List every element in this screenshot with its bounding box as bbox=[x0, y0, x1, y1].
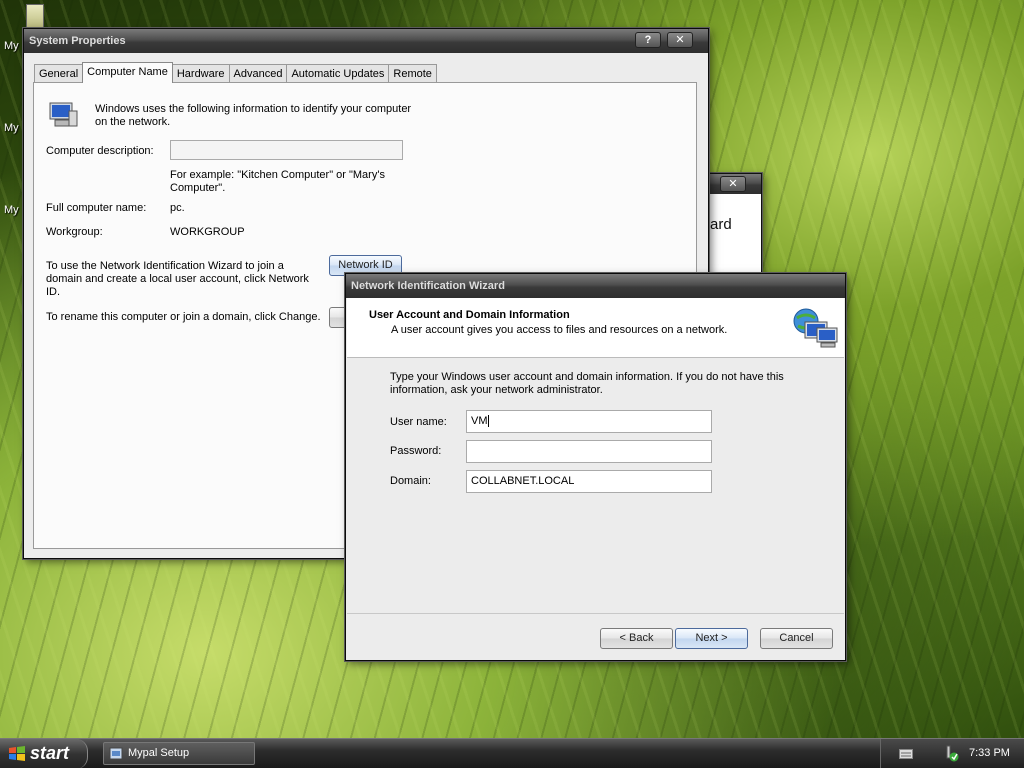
network-id-text-line3: ID. bbox=[46, 286, 61, 298]
wizard-header-title: User Account and Domain Information bbox=[369, 309, 570, 321]
wizard-title: Network Identification Wizard bbox=[351, 280, 505, 292]
full-computer-name-label: Full computer name: bbox=[46, 202, 147, 214]
wizard-instructions-line1: Type your Windows user account and domai… bbox=[390, 371, 784, 383]
network-id-text-line1: To use the Network Identification Wizard… bbox=[46, 260, 284, 272]
tab-automatic-updates[interactable]: Automatic Updates bbox=[286, 64, 390, 83]
system-properties-titlebar[interactable]: System Properties ? ✕ bbox=[24, 29, 708, 53]
network-id-text-line2: domain and create a local user account, … bbox=[46, 273, 309, 285]
rename-text: To rename this computer or join a domain… bbox=[46, 311, 321, 323]
wizard-header: User Account and Domain Information A us… bbox=[347, 298, 844, 358]
workgroup-value: WORKGROUP bbox=[170, 226, 245, 238]
network-status-icon[interactable] bbox=[943, 745, 959, 763]
wizard-separator bbox=[347, 613, 844, 614]
example-text-line2: Computer". bbox=[170, 182, 226, 194]
wizard-titlebar[interactable]: Network Identification Wizard bbox=[346, 274, 845, 298]
username-input[interactable]: VM bbox=[466, 410, 712, 433]
setup-icon bbox=[109, 747, 123, 760]
computer-icon bbox=[49, 102, 78, 127]
domain-input[interactable]: COLLABNET.LOCAL bbox=[466, 470, 712, 493]
background-dialog-titlebar: ✕ bbox=[710, 174, 761, 194]
workgroup-label: Workgroup: bbox=[46, 226, 103, 238]
taskbar-item-label: Mypal Setup bbox=[128, 747, 190, 759]
background-dialog-close-button[interactable]: ✕ bbox=[720, 176, 746, 192]
intro-text-line2: on the network. bbox=[95, 116, 171, 128]
computer-description-input[interactable] bbox=[170, 140, 403, 160]
background-dialog: ✕ ard bbox=[709, 173, 762, 273]
cancel-button[interactable]: Cancel bbox=[760, 628, 833, 649]
desktop-icon-label-3[interactable]: My bbox=[4, 204, 19, 216]
wizard-header-subtitle: A user account gives you access to files… bbox=[391, 324, 728, 336]
tab-strip: General Computer Name Hardware Advanced … bbox=[34, 62, 437, 83]
taskbar-item-mypal-setup[interactable]: Mypal Setup bbox=[103, 742, 255, 765]
password-label: Password: bbox=[390, 445, 442, 457]
tab-computer-name[interactable]: Computer Name bbox=[82, 62, 173, 83]
background-dialog-title-fragment: ard bbox=[710, 216, 732, 233]
close-button[interactable]: ✕ bbox=[667, 32, 693, 48]
tab-general[interactable]: General bbox=[34, 64, 84, 83]
windows-logo-icon bbox=[9, 746, 25, 761]
start-button[interactable]: start bbox=[0, 739, 88, 768]
desktop-icon-label-2[interactable]: My bbox=[4, 122, 19, 134]
example-text-line1: For example: "Kitchen Computer" or "Mary… bbox=[170, 169, 385, 181]
tab-advanced[interactable]: Advanced bbox=[228, 64, 288, 83]
help-button[interactable]: ? bbox=[635, 32, 661, 48]
clock[interactable]: 7:33 PM bbox=[969, 747, 1010, 759]
computer-description-label: Computer description: bbox=[46, 145, 154, 157]
network-computers-icon bbox=[793, 308, 838, 348]
wizard-body: Type your Windows user account and domai… bbox=[347, 359, 844, 613]
desktop-folder-icon[interactable] bbox=[26, 4, 44, 28]
next-button[interactable]: Next > bbox=[675, 628, 748, 649]
domain-label: Domain: bbox=[390, 475, 431, 487]
password-input[interactable] bbox=[466, 440, 712, 463]
system-properties-title: System Properties bbox=[29, 35, 126, 47]
system-tray: 7:33 PM bbox=[880, 739, 1024, 768]
username-value: VM bbox=[471, 415, 488, 427]
back-button[interactable]: < Back bbox=[600, 628, 673, 649]
full-computer-name-value: pc. bbox=[170, 202, 185, 214]
username-label: User name: bbox=[390, 416, 447, 428]
network-identification-wizard: Network Identification Wizard User Accou… bbox=[345, 273, 846, 661]
tab-remote[interactable]: Remote bbox=[388, 64, 437, 83]
text-caret bbox=[487, 415, 489, 428]
wizard-instructions-line2: information, ask your network administra… bbox=[390, 384, 603, 396]
desktop-icon-label-1[interactable]: My bbox=[4, 40, 19, 52]
taskbar: start Mypal Setup 7:33 PM bbox=[0, 738, 1024, 768]
start-label: start bbox=[30, 743, 70, 763]
keyboard-icon[interactable] bbox=[899, 749, 913, 759]
tab-hardware[interactable]: Hardware bbox=[171, 64, 230, 83]
intro-text-line1: Windows uses the following information t… bbox=[95, 103, 412, 115]
